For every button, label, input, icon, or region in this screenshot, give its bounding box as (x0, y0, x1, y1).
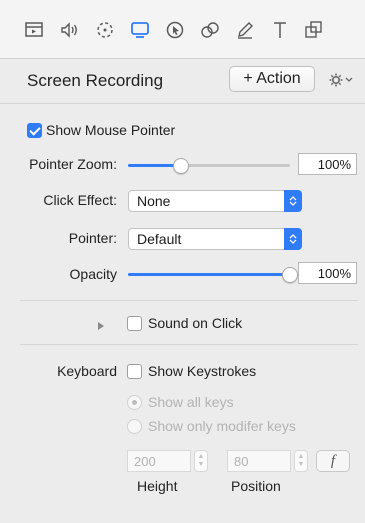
audio-icon[interactable] (55, 16, 83, 44)
transitions-icon[interactable] (196, 16, 224, 44)
gear-icon (329, 73, 353, 87)
pointer-zoom-field[interactable]: 100% (298, 153, 357, 175)
video-clip-icon[interactable] (20, 16, 48, 44)
panel-header: Screen Recording + Action (0, 59, 365, 104)
pointer-zoom-knob[interactable] (173, 158, 190, 174)
select-arrows-icon (284, 190, 302, 212)
annotation-icon[interactable] (231, 16, 259, 44)
keystroke-position-field[interactable]: 80 (227, 450, 291, 472)
layers-icon[interactable] (300, 16, 328, 44)
opacity-field[interactable]: 100% (298, 262, 357, 284)
pointer-value: Default (137, 231, 182, 247)
screen-recording-icon[interactable] (126, 16, 154, 44)
pointer-zoom-label: Pointer Zoom: (29, 156, 117, 172)
sound-on-click-checkbox[interactable] (127, 316, 142, 331)
show-all-keys-radio[interactable] (127, 395, 142, 410)
cursor-icon[interactable] (161, 16, 189, 44)
show-all-keys-label: Show all keys (148, 394, 234, 410)
pointer-select[interactable]: Default (128, 228, 302, 250)
pointer-zoom-slider[interactable] (128, 158, 290, 174)
opacity-knob[interactable] (282, 267, 298, 283)
keyboard-label: Keyboard (57, 363, 117, 379)
click-effect-label: Click Effect: (43, 192, 117, 208)
show-modifier-keys-label: Show only modifer keys (148, 418, 296, 434)
inspector-toolbar (0, 0, 365, 59)
position-label: Position (231, 478, 281, 494)
click-effect-select[interactable]: None (128, 190, 302, 212)
opacity-slider[interactable] (128, 267, 298, 283)
select-arrows-icon (284, 228, 302, 250)
disclosure-triangle-icon[interactable] (97, 318, 105, 336)
show-mouse-pointer-checkbox[interactable] (27, 123, 42, 138)
show-keystrokes-label: Show Keystrokes (148, 363, 257, 379)
panel-title: Screen Recording (27, 71, 164, 90)
height-stepper[interactable]: ▲ ▼ (194, 450, 208, 472)
opacity-label: Opacity (69, 266, 117, 282)
text-icon[interactable] (266, 16, 294, 44)
pointer-label: Pointer: (68, 230, 117, 246)
section-divider (20, 344, 358, 345)
keystroke-height-field[interactable]: 200 (127, 450, 191, 472)
section-divider (20, 300, 358, 301)
click-effect-value: None (137, 193, 171, 209)
show-keystrokes-checkbox[interactable] (127, 364, 142, 379)
height-label: Height (137, 478, 178, 494)
opacity-fill (128, 273, 290, 276)
sound-on-click-label: Sound on Click (148, 315, 243, 331)
font-button[interactable]: f (316, 450, 350, 472)
gear-menu-button[interactable] (324, 68, 358, 92)
position-stepper[interactable]: ▲ ▼ (294, 450, 308, 472)
animation-icon[interactable] (91, 16, 119, 44)
chevron-down-icon (345, 77, 353, 82)
show-mouse-pointer-label: Show Mouse Pointer (46, 122, 176, 138)
add-action-button[interactable]: + Action (229, 66, 315, 92)
show-modifier-keys-radio[interactable] (127, 419, 142, 434)
